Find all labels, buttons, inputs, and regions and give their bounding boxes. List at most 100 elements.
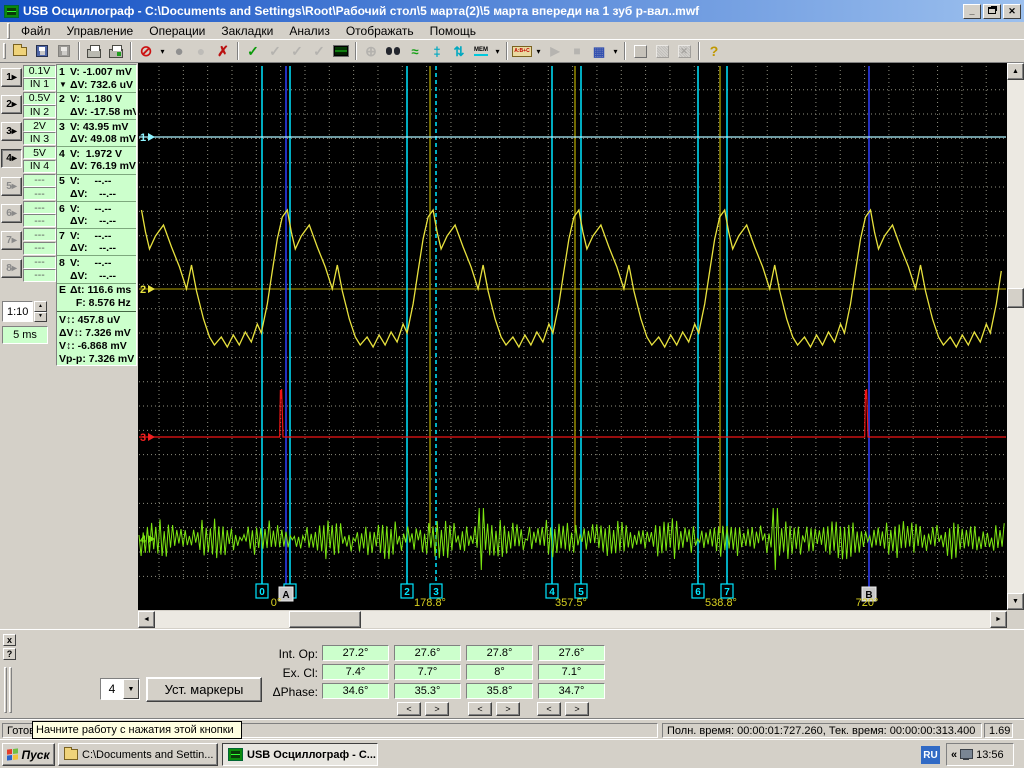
find-icon[interactable] <box>382 41 404 62</box>
channel-7-button[interactable]: 7▸ <box>1 231 22 251</box>
script-panel-icon[interactable]: ▦ <box>588 41 610 62</box>
wave-markers-icon[interactable]: ≈ <box>404 41 426 62</box>
channel-1-range[interactable]: 0.1V <box>23 64 56 78</box>
script-run-icon[interactable]: ▶ <box>544 41 566 62</box>
channel-4-range[interactable]: 5V <box>23 146 56 160</box>
pager-next-button[interactable]: > <box>496 702 520 716</box>
script-open-icon[interactable]: A:B+C <box>511 41 533 62</box>
wave-cursors-icon[interactable]: ‡ <box>426 41 448 62</box>
print-icon[interactable] <box>83 41 105 62</box>
scroll-up-icon[interactable]: ▲ <box>1007 63 1024 80</box>
channel-5-input[interactable]: --- <box>23 187 56 200</box>
open-file-icon[interactable] <box>9 41 31 62</box>
process-redo-icon[interactable]: ✓ <box>286 41 308 62</box>
channel-3-range[interactable]: 2V <box>23 119 56 133</box>
channel-6-button[interactable]: 6▸ <box>1 204 22 223</box>
display-settings-icon[interactable] <box>960 749 974 760</box>
vscroll-thumb[interactable] <box>1007 288 1024 308</box>
display-mode-icon[interactable] <box>330 41 352 62</box>
memory-icon[interactable]: MEM <box>470 41 492 62</box>
channel-8-input[interactable]: --- <box>23 268 56 282</box>
windows-logo-icon <box>7 748 19 761</box>
channel-2-input[interactable]: IN 2 <box>23 105 56 119</box>
tray-expand-icon[interactable]: « <box>951 749 957 761</box>
process-append-icon[interactable]: ✓ <box>264 41 286 62</box>
view-dither-icon[interactable] <box>651 41 673 62</box>
channel-5-button[interactable]: 5▸ <box>1 176 22 196</box>
pager-next-button[interactable]: > <box>425 702 449 716</box>
process-run-icon[interactable]: ✓ <box>242 41 264 62</box>
start-button[interactable]: Пуск <box>2 743 55 766</box>
record-icon[interactable]: ● <box>168 41 190 62</box>
divider-ratio-input[interactable]: 1:10 <box>2 301 33 322</box>
menu-analysis[interactable]: Анализ <box>281 23 338 39</box>
channel-4-button[interactable]: 4▸ <box>1 149 22 169</box>
print-preview-icon[interactable] <box>105 41 127 62</box>
menu-operations[interactable]: Операции <box>141 23 213 39</box>
pager-next-button[interactable]: > <box>565 702 589 716</box>
channel-1-input[interactable]: IN 1 <box>23 77 56 91</box>
pager-prev-button[interactable]: < <box>468 702 492 716</box>
oscilloscope-plot[interactable]: 123401234567AB0°178.8°357.5°538.8°720° <box>138 63 1007 610</box>
script-stop-icon[interactable]: ■ <box>566 41 588 62</box>
spin-up-icon[interactable]: ▲ <box>34 301 47 312</box>
timebase-value[interactable]: 5 ms <box>2 326 48 344</box>
scroll-down-icon[interactable]: ▼ <box>1007 593 1024 610</box>
channel-5-range[interactable]: --- <box>23 173 56 187</box>
spin-down-icon[interactable]: ▼ <box>34 311 47 322</box>
save-icon[interactable] <box>31 41 53 62</box>
taskbar: Пуск C:\Documents and Settin... USB Осци… <box>0 739 1024 768</box>
channel-2-range[interactable]: 0.5V <box>23 91 56 105</box>
channel-6-range[interactable]: --- <box>23 201 56 214</box>
taskbar-item-oscilloscope[interactable]: USB Осциллограф - C... <box>222 743 378 766</box>
wave-scale-icon[interactable]: ⇅ <box>448 41 470 62</box>
script-open-icon-dropdown[interactable]: ▾ <box>533 41 544 62</box>
menu-control[interactable]: Управление <box>59 23 142 39</box>
close-button[interactable]: ✕ <box>1003 3 1021 19</box>
channel-2-button[interactable]: 2▸ <box>1 94 22 114</box>
panel-help-button[interactable]: ? <box>3 648 16 660</box>
view-off-icon[interactable]: ✕ <box>673 41 695 62</box>
cylinders-select[interactable]: 4 ▼ <box>100 678 140 700</box>
channel-4-input[interactable]: IN 4 <box>23 159 56 173</box>
taskbar-item-explorer[interactable]: C:\Documents and Settin... <box>58 743 218 766</box>
language-indicator[interactable]: RU <box>921 746 940 764</box>
channel-8-range[interactable]: --- <box>23 255 56 269</box>
vertical-scrollbar[interactable]: ▲ ▼ <box>1007 63 1024 610</box>
scroll-left-icon[interactable]: ◄ <box>138 611 155 628</box>
pager-prev-button[interactable]: < <box>537 702 561 716</box>
set-markers-button[interactable]: Уст. маркеры <box>146 677 262 702</box>
view-normal-icon[interactable] <box>629 41 651 62</box>
panel-close-button[interactable]: x <box>3 634 16 646</box>
combo-arrow-icon[interactable]: ▼ <box>123 679 139 699</box>
horizontal-scrollbar[interactable]: ◄ ► <box>138 611 1007 628</box>
restore-button[interactable] <box>983 3 1001 19</box>
channel-7-input[interactable]: --- <box>23 241 56 255</box>
hscroll-thumb[interactable] <box>289 611 361 628</box>
record-options-icon[interactable]: ● <box>190 41 212 62</box>
menu-bookmarks[interactable]: Закладки <box>213 23 281 39</box>
menu-file[interactable]: Файл <box>13 23 59 39</box>
menu-display[interactable]: Отображать <box>338 23 422 39</box>
channel-8-button[interactable]: 8▸ <box>1 258 22 278</box>
search-icon[interactable]: ⊕ <box>360 41 382 62</box>
script-panel-icon-dropdown[interactable]: ▾ <box>610 41 621 62</box>
channel-3-button[interactable]: 3▸ <box>1 122 22 142</box>
table-cell: 34.6° <box>322 683 389 699</box>
channel-6-input[interactable]: --- <box>23 214 56 228</box>
delete-data-icon[interactable]: ✗ <box>212 41 234 62</box>
stop-acquisition-icon-dropdown[interactable]: ▾ <box>157 41 168 62</box>
pager-prev-button[interactable]: < <box>397 702 421 716</box>
save-all-icon[interactable] <box>53 41 75 62</box>
stop-acquisition-icon[interactable]: ⊘ <box>135 41 157 62</box>
help-icon[interactable]: ? <box>703 41 725 62</box>
divider-spinner[interactable]: ▲ ▼ <box>34 301 47 322</box>
process-forward-icon[interactable]: ✓ <box>308 41 330 62</box>
memory-icon-dropdown[interactable]: ▾ <box>492 41 503 62</box>
minimize-button[interactable]: _ <box>963 3 981 19</box>
channel-1-button[interactable]: 1▸ <box>1 67 22 87</box>
scroll-right-icon[interactable]: ► <box>990 611 1007 628</box>
channel-3-input[interactable]: IN 3 <box>23 132 56 146</box>
menu-help[interactable]: Помощь <box>422 23 484 39</box>
channel-7-range[interactable]: --- <box>23 228 56 242</box>
